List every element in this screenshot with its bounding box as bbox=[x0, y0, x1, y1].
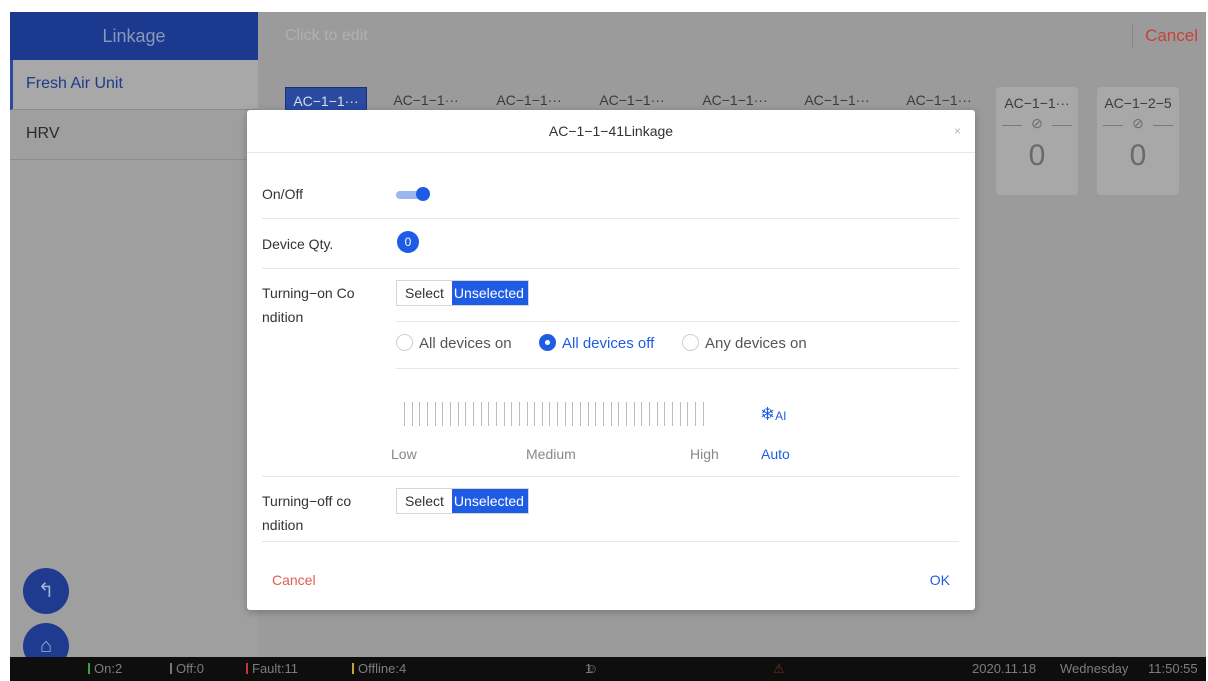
turn-off-condition-row: Turning−off co ndition Select Unselected bbox=[262, 477, 959, 542]
turn-off-select-button[interactable]: Select bbox=[397, 489, 452, 513]
status-fault: Fault:11 bbox=[246, 657, 298, 681]
warning-icon[interactable]: ⚠ bbox=[773, 657, 785, 681]
dialog-cancel-button[interactable]: Cancel bbox=[272, 572, 316, 588]
status-on: On:2 bbox=[88, 657, 122, 681]
dialog-ok-button[interactable]: OK bbox=[930, 572, 950, 588]
top-bar: Linkage Click to edit Cancel bbox=[10, 12, 1206, 60]
turn-on-unselected-button[interactable]: Unselected bbox=[451, 281, 528, 305]
device-tile-label: AC−1−1··· bbox=[1004, 95, 1070, 111]
radio-all-devices-on[interactable]: All devices on bbox=[396, 334, 512, 354]
device-qty-badge: 0 bbox=[397, 231, 419, 253]
device-tile-count: 0 bbox=[1129, 139, 1147, 172]
turn-on-condition-row: Turning−on Co ndition Select Unselected … bbox=[262, 269, 959, 477]
turn-on-label: Turning−on Co ndition bbox=[262, 285, 355, 325]
device-tile-label: AC−1−2−5 bbox=[1104, 95, 1172, 111]
device-tile-count: 0 bbox=[1028, 139, 1046, 172]
status-off: Off:0 bbox=[170, 657, 204, 681]
radio-any-devices-on[interactable]: Any devices on bbox=[682, 334, 807, 354]
close-icon[interactable]: × bbox=[954, 110, 961, 153]
fan-speed-slider[interactable] bbox=[404, 402, 704, 426]
device-tile[interactable]: AC−1−1··· ⊘ 0 bbox=[996, 87, 1078, 195]
status-bar: On:2 Off:0 Fault:11 Offline:4 ☺ 1 ⚠ 2020… bbox=[10, 657, 1206, 681]
radio-all-devices-off[interactable]: All devices off bbox=[539, 334, 654, 354]
status-offline: Offline:4 bbox=[352, 657, 406, 681]
device-tile[interactable]: AC−1−2−5 ⊘ 0 bbox=[1097, 87, 1179, 195]
title-edit-field[interactable]: Click to edit bbox=[285, 12, 368, 60]
onoff-row: On/Off bbox=[262, 153, 959, 219]
dialog-title: AC−1−1−41Linkage bbox=[548, 123, 674, 139]
status-weekday: Wednesday bbox=[1060, 661, 1129, 676]
turn-on-radio-group: All devices on All devices off Any devic… bbox=[396, 321, 959, 369]
user-icon: ☺ bbox=[585, 661, 599, 676]
onoff-toggle[interactable] bbox=[396, 187, 430, 201]
fan-level-auto[interactable]: Auto bbox=[761, 446, 790, 462]
status-time: 11:50:55 bbox=[1148, 661, 1198, 676]
page-title: Linkage bbox=[10, 12, 258, 60]
fan-level-high[interactable]: High bbox=[690, 446, 719, 462]
fan-auto-icon[interactable]: ❄AI bbox=[760, 400, 786, 430]
device-qty-row: Device Qty. 0 bbox=[262, 219, 959, 269]
link-icon: ⊘ bbox=[996, 115, 1078, 135]
linkage-dialog: AC−1−1−41Linkage × On/Off Device Qty. 0 … bbox=[247, 110, 975, 610]
fan-level-medium[interactable]: Medium bbox=[526, 446, 576, 462]
fan-level-low[interactable]: Low bbox=[391, 446, 417, 462]
top-cancel-button[interactable]: Cancel bbox=[1132, 24, 1198, 48]
device-qty-label: Device Qty. bbox=[262, 236, 334, 252]
turn-off-label: Turning−off co ndition bbox=[262, 493, 352, 533]
home-icon: ⌂ bbox=[39, 635, 53, 657]
users-indicator: ☺ 1 bbox=[585, 657, 598, 681]
turn-on-select-button[interactable]: Select bbox=[397, 281, 452, 305]
turn-on-select-group: Select Unselected bbox=[396, 280, 529, 306]
onoff-label: On/Off bbox=[262, 186, 303, 202]
back-arrow-icon: ↰ bbox=[37, 580, 55, 602]
link-icon: ⊘ bbox=[1097, 115, 1179, 135]
dialog-header: AC−1−1−41Linkage × bbox=[247, 110, 975, 153]
sidebar-item-fresh-air-unit[interactable]: Fresh Air Unit bbox=[10, 60, 258, 110]
sidebar-item-hrv[interactable]: HRV bbox=[10, 110, 258, 160]
status-date: 2020.11.18 bbox=[972, 661, 1037, 676]
turn-off-select-group: Select Unselected bbox=[396, 488, 529, 514]
back-button[interactable]: ↰ bbox=[23, 568, 69, 614]
turn-off-unselected-button[interactable]: Unselected bbox=[451, 489, 528, 513]
